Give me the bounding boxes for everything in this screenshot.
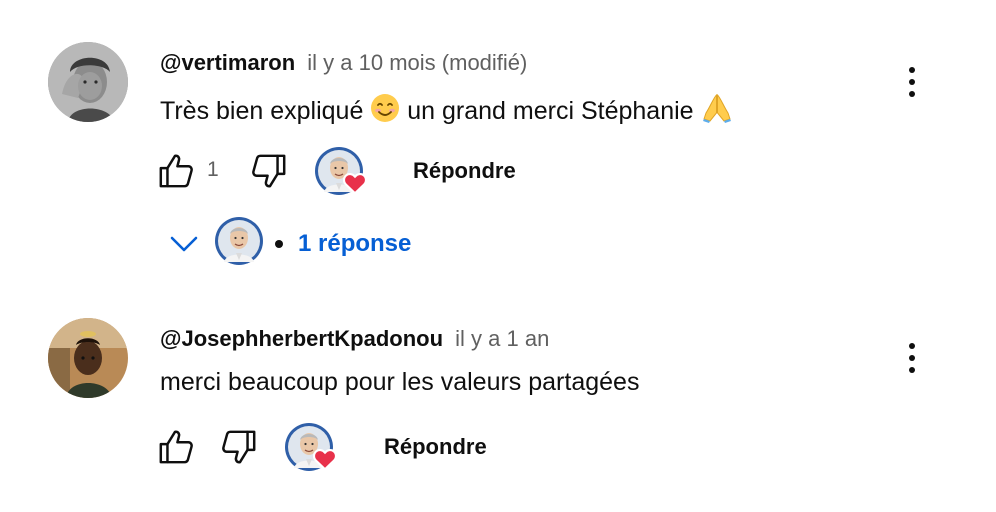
more-actions-icon[interactable] [894,336,930,380]
comment-text: Très bien expliqué un grand merci Stépha… [160,91,733,130]
smiling-face-icon [370,93,400,130]
comment-author[interactable]: @JosephherbertKpadonou [160,326,443,351]
comment-thread: @vertimaron il y a 10 mois (modifié) Trè… [0,0,996,290]
avatar[interactable] [48,318,128,398]
comment-timestamp[interactable]: il y a 10 mois (modifié) [307,50,527,75]
avatar[interactable] [48,42,128,122]
creator-heart-badge[interactable] [314,146,364,196]
like-count: 1 [207,158,219,181]
comment-header: @vertimaron il y a 10 mois (modifié) [160,50,527,76]
replies-count-label: 1 réponse [298,230,412,257]
heart-icon [342,170,368,196]
thumb-up-icon [157,428,195,466]
reply-button[interactable]: Répondre [384,434,487,460]
comment-text: merci beaucoup pour les valeurs partagée… [160,368,640,396]
creator-avatar [214,216,264,266]
creator-heart-badge[interactable] [284,422,334,472]
folded-hands-icon [701,91,733,130]
dislike-button[interactable] [220,428,258,466]
heart-icon [312,446,338,472]
like-button[interactable] [157,152,195,190]
chevron-down-icon [170,236,198,252]
dislike-button[interactable] [250,152,288,190]
more-actions-icon[interactable] [894,60,930,104]
like-button[interactable] [157,428,195,466]
separator-dot [275,240,283,248]
thumb-up-icon [157,152,195,190]
thumb-down-icon [250,152,288,190]
comment-thread: @JosephherbertKpadonou il y a 1 an merci… [0,290,996,512]
comment-text-part: un grand merci Stéphanie [407,97,694,125]
thumb-down-icon [220,428,258,466]
replies-toggle-button[interactable]: 1 réponse [160,212,440,268]
comment-author[interactable]: @vertimaron [160,50,295,75]
comment-timestamp[interactable]: il y a 1 an [455,326,549,351]
comment-text-part: Très bien expliqué [160,97,364,125]
comment-header: @JosephherbertKpadonou il y a 1 an [160,326,549,352]
reply-button[interactable]: Répondre [413,158,516,184]
